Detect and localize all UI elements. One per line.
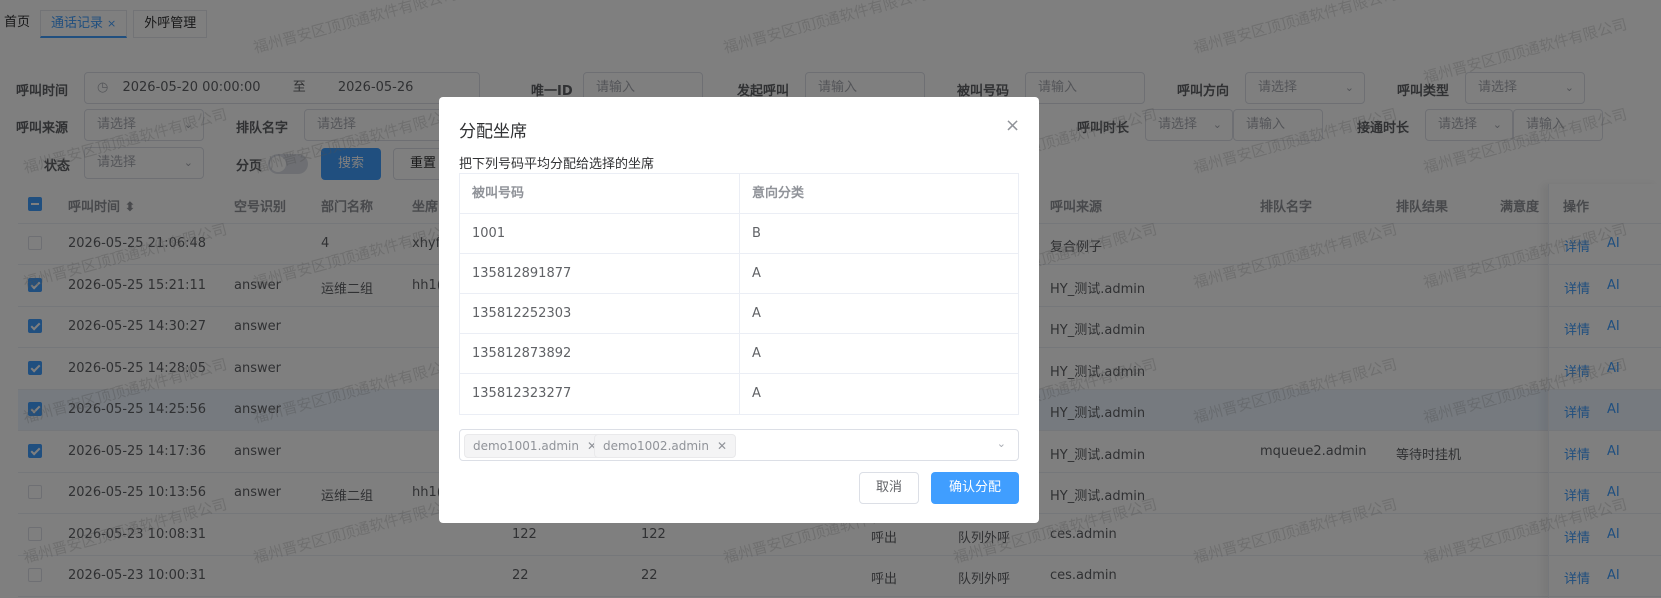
agent-tag-label: demo1002.admin <box>603 439 709 453</box>
tag-close-icon[interactable]: ✕ <box>717 439 727 453</box>
dialog-title: 分配坐席 <box>459 122 527 142</box>
assign-agent-dialog: 分配坐席 × 把下列号码平均分配给选择的坐席 被叫号码 意向分类 1001 B 13… <box>439 97 1039 523</box>
dialog-table-row: 1001 B <box>460 214 1018 254</box>
intent-cell: B <box>752 226 761 241</box>
agent-tag-label: demo1001.admin <box>473 439 579 453</box>
dialog-table-row: 135812323277 A <box>460 374 1018 414</box>
dialog-number-table: 被叫号码 意向分类 1001 B 135812891877 A 135812252303… <box>459 173 1019 415</box>
close-icon[interactable]: × <box>1005 115 1020 136</box>
dialog-table-row: 135812873892 A <box>460 334 1018 374</box>
callee-number-cell: 1001 <box>460 214 740 254</box>
callee-number-cell: 135812252303 <box>460 294 740 334</box>
intent-cell: A <box>752 346 761 361</box>
callee-number-cell: 135812873892 <box>460 334 740 374</box>
agent-tag: demo1001.admin ✕ <box>464 434 607 458</box>
intent-cell: A <box>752 306 761 321</box>
col-number-header: 被叫号码 <box>460 174 740 214</box>
intent-cell: A <box>752 266 761 281</box>
chevron-down-icon: ⌄ <box>996 437 1006 450</box>
intent-cell: A <box>752 386 761 401</box>
dialog-table-row: 135812891877 A <box>460 254 1018 294</box>
confirm-assign-button[interactable]: 确认分配 <box>931 472 1019 504</box>
callee-number-cell: 135812323277 <box>460 374 740 414</box>
agent-tag: demo1002.admin ✕ <box>594 434 737 458</box>
agent-multi-select[interactable]: demo1001.admin ✕ demo1002.admin ✕ ⌄ <box>459 429 1019 461</box>
cancel-button[interactable]: 取消 <box>859 472 919 504</box>
dialog-table-header: 被叫号码 意向分类 <box>460 174 1018 214</box>
dialog-table-row: 135812252303 A <box>460 294 1018 334</box>
col-intent-header: 意向分类 <box>752 186 805 201</box>
callee-number-cell: 135812891877 <box>460 254 740 294</box>
dialog-description: 把下列号码平均分配给选择的坐席 <box>459 157 655 172</box>
